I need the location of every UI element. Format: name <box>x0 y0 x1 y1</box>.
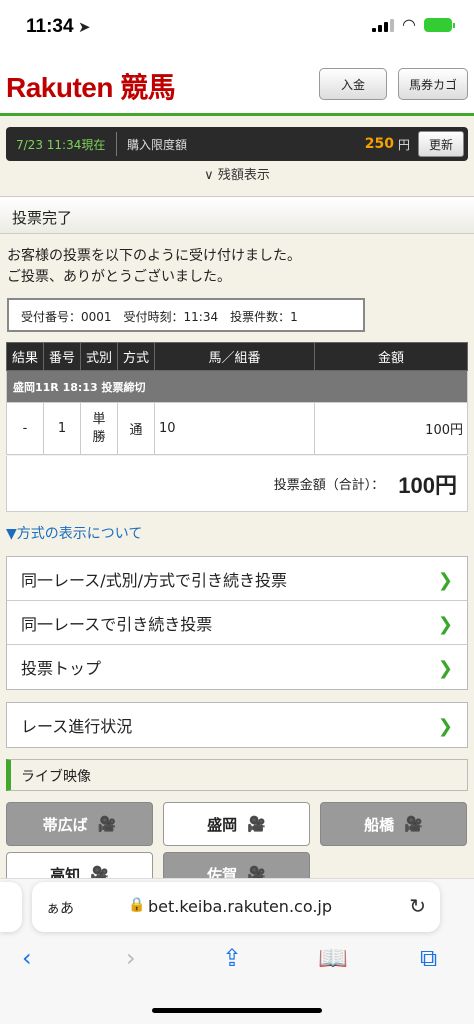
receipt-info: 受付番号：0001 受付時刻：11:34 投票件数：1 <box>7 298 365 332</box>
rakuten-keiba-logo[interactable]: Rakuten 競馬 <box>6 66 176 106</box>
page-title: 投票完了 <box>0 196 474 234</box>
total-value: 100円 <box>398 472 457 498</box>
race-header-row: 盛岡11R 18:13 投票締切 <box>6 370 468 403</box>
column-header: 方式 <box>117 342 155 371</box>
bet-method: 通 <box>117 402 155 455</box>
chevron-right-icon: ❯ <box>437 614 453 635</box>
chevron-down-icon: ∨ <box>204 168 214 183</box>
url-text: bet.keiba.rakuten.co.jp <box>148 897 333 916</box>
race-progress-button[interactable]: レース進行状況 ❯ <box>7 703 467 747</box>
lock-icon: 🔒 <box>128 897 146 913</box>
bet-result: - <box>6 402 44 455</box>
message-line-2: ご投票、ありがとうございました。 <box>7 269 231 285</box>
ticket-cart-button[interactable]: 馬券カゴ <box>398 68 468 100</box>
limit-label: 購入限度額 <box>127 137 188 152</box>
table-header-row: 結果 番号 式別 方式 馬／組番 金額 <box>6 342 468 371</box>
venue-label: 帯広ば <box>42 815 88 834</box>
limit-amount: 250 <box>364 136 394 152</box>
chevron-right-icon: ❯ <box>437 658 453 679</box>
bet-horses: 10 <box>154 402 315 455</box>
wifi-icon: ◠ <box>402 15 416 34</box>
column-header: 番号 <box>43 342 81 371</box>
update-button[interactable]: 更新 <box>418 131 464 157</box>
continue-voting-menu: 同一レース/式別/方式で引き続き投票 ❯ 同一レースで引き続き投票 ❯ 投票トッ… <box>6 556 468 690</box>
limit-datetime: 7/23 11:34現在 <box>16 137 106 152</box>
bet-table: 結果 番号 式別 方式 馬／組番 金額 盛岡11R 18:13 投票締切 - 1… <box>6 342 468 455</box>
deposit-button[interactable]: 入金 <box>319 68 387 100</box>
venue-label: 船橋 <box>364 815 395 834</box>
live-video-heading: ライブ映像 <box>6 759 468 791</box>
nav-label: 同一レース/式別/方式で引き続き投票 <box>21 570 287 590</box>
site-header: Rakuten 競馬 入金 馬券カゴ <box>0 56 474 116</box>
bet-amount: 100円 <box>314 402 468 455</box>
cellular-signal-icon <box>372 18 395 32</box>
column-header: 馬／組番 <box>154 342 315 371</box>
tabs-icon[interactable]: ⧉ <box>420 944 437 972</box>
address-bar[interactable]: ぁあ 🔒 bet.keiba.rakuten.co.jp ↻ <box>32 882 440 932</box>
purchase-limit-bar: 7/23 11:34現在 購入限度額 250 円 更新 <box>6 127 468 161</box>
video-camera-icon: 🎥 <box>247 815 266 833</box>
column-header: 式別 <box>80 342 118 371</box>
nav-label: レース進行状況 <box>21 717 133 736</box>
status-icons: ◠ <box>372 15 455 34</box>
reader-options-button[interactable]: ぁあ <box>46 898 74 918</box>
limit-unit: 円 <box>397 137 410 152</box>
home-indicator <box>152 1008 322 1013</box>
total-amount-row: 投票金額（合計）： 100円 <box>6 456 468 512</box>
bookmarks-icon[interactable]: 📖 <box>318 944 348 972</box>
column-header: 金額 <box>314 342 468 371</box>
clock: 11:34 <box>26 16 74 37</box>
browser-nav-toolbar: ‹ › ⇪ 📖 ⧉ <box>0 940 474 980</box>
method-info-link[interactable]: ▼方式の表示について <box>6 523 142 543</box>
live-obihiro-button[interactable]: 帯広ば 🎥 <box>6 802 153 846</box>
balance-toggle-label: 残額表示 <box>217 168 270 183</box>
reload-icon[interactable]: ↻ <box>409 894 426 918</box>
status-bar: 11:34 ➤ ◠ <box>0 0 474 56</box>
back-icon[interactable]: ‹ <box>22 944 32 972</box>
bet-type: 単勝 <box>80 402 118 455</box>
forward-icon[interactable]: › <box>126 944 136 972</box>
race-progress-menu: レース進行状況 ❯ <box>6 702 468 748</box>
share-icon[interactable]: ⇪ <box>222 944 242 972</box>
nav-label: 同一レースで引き続き投票 <box>21 614 213 634</box>
previous-tab-peek[interactable] <box>0 882 22 932</box>
video-camera-icon: 🎥 <box>404 815 423 833</box>
chevron-right-icon: ❯ <box>437 716 453 737</box>
column-header: 結果 <box>6 342 44 371</box>
video-camera-icon: 🎥 <box>97 815 117 833</box>
balance-toggle[interactable]: ∨ 残額表示 <box>0 164 474 183</box>
nav-label: 投票トップ <box>21 659 102 678</box>
same-race-button[interactable]: 同一レースで引き続き投票 ❯ <box>7 601 467 645</box>
live-morioka-button[interactable]: 盛岡 🎥 <box>163 802 310 846</box>
confirmation-message: お客様の投票を以下のように受け付けました。 ご投票、ありがとうございました。 <box>7 246 301 288</box>
battery-charging-icon <box>424 18 455 32</box>
live-funabashi-button[interactable]: 船橋 🎥 <box>320 802 467 846</box>
same-race-type-button[interactable]: 同一レース/式別/方式で引き続き投票 ❯ <box>7 557 467 601</box>
vote-top-button[interactable]: 投票トップ ❯ <box>7 645 467 689</box>
table-row: - 1 単勝 通 10 100円 <box>6 402 468 455</box>
race-header: 盛岡11R 18:13 投票締切 <box>6 370 468 403</box>
total-label: 投票金額（合計）： <box>273 478 385 493</box>
location-arrow-icon: ➤ <box>78 18 91 36</box>
venue-label: 盛岡 <box>207 815 238 834</box>
bet-number: 1 <box>43 402 81 455</box>
message-line-1: お客様の投票を以下のように受け付けました。 <box>7 248 301 264</box>
chevron-right-icon: ❯ <box>437 570 453 591</box>
